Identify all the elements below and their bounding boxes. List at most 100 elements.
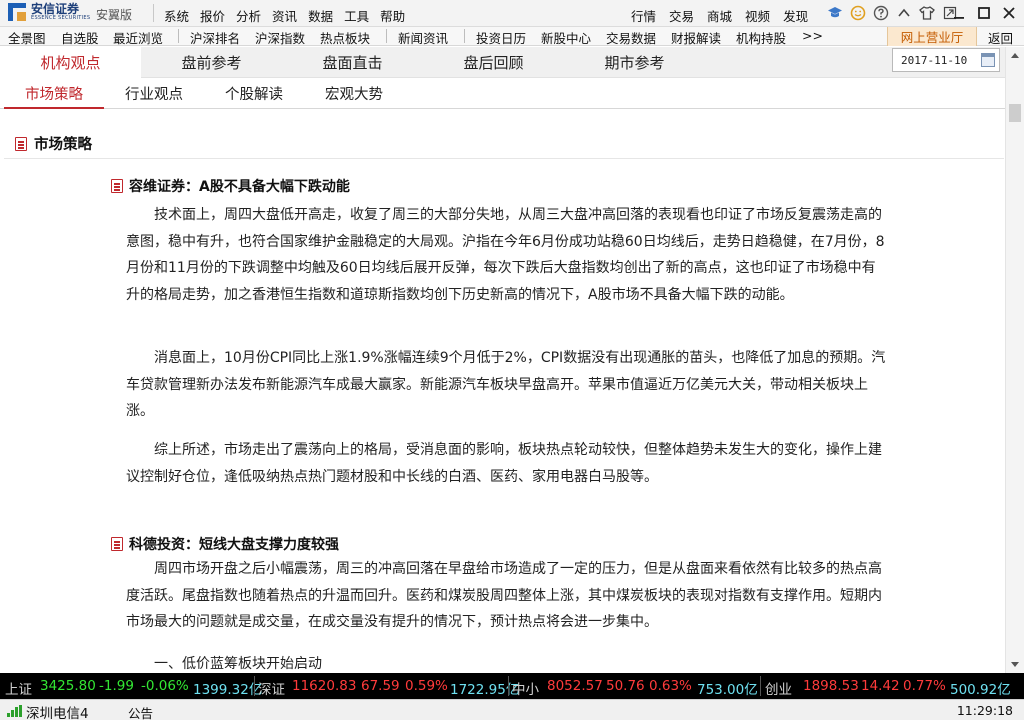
shirt-icon[interactable]: [918, 4, 936, 22]
index-change: 14.42: [861, 678, 900, 694]
menu-discover[interactable]: 发现: [783, 6, 808, 25]
graduation-cap-icon[interactable]: [826, 4, 844, 22]
nav-calendar[interactable]: 投资日历: [476, 28, 526, 47]
status-bar: 深圳电信4 公告 11:29:18: [0, 699, 1024, 720]
section-title: 市场策略: [34, 137, 92, 153]
subtab-industry-views[interactable]: 行业观点: [104, 78, 204, 108]
nav-indices[interactable]: 沪深指数: [255, 28, 305, 47]
maximize-button[interactable]: [973, 3, 995, 23]
index-price: 1898.53: [803, 678, 859, 694]
minimize-button[interactable]: [948, 3, 970, 23]
menu-video[interactable]: 视频: [745, 6, 770, 25]
window-controls: [945, 3, 1020, 23]
document-icon: [15, 137, 27, 151]
main-menu: 系统 报价 分析 资讯 数据 工具 帮助: [164, 6, 416, 25]
menu-analysis[interactable]: 分析: [236, 6, 261, 25]
index-pct: 0.77%: [903, 678, 946, 694]
index-price: 11620.83: [292, 678, 357, 694]
index-volume: 753.00亿: [697, 682, 758, 698]
menu-trade[interactable]: 交易: [669, 6, 694, 25]
article-content: 市场策略 容维证券：A股不具备大幅下跌动能 技术面上，周四大盘低开高走，收复了周…: [4, 110, 1004, 673]
logo-mark-icon: [8, 3, 26, 21]
scroll-down-icon[interactable]: [1011, 662, 1019, 667]
main-tabs: 机构观点 盘前参考 盘面直击 盘后回顾 期市参考: [0, 47, 1005, 78]
menu-market[interactable]: 行情: [631, 6, 656, 25]
scroll-up-icon[interactable]: [1011, 53, 1019, 58]
signal-strength-icon: [7, 705, 22, 717]
index-volume: 500.92亿: [950, 682, 1011, 698]
nav-hot-sectors[interactable]: 热点板块: [320, 28, 370, 47]
menu-mall[interactable]: 商城: [707, 6, 732, 25]
smiley-icon[interactable]: [849, 4, 867, 22]
nav-report-analysis[interactable]: 财报解读: [671, 28, 721, 47]
index-name[interactable]: 中小: [512, 678, 539, 698]
index-ticker: 上证 3425.80 -1.99 -0.06% 1399.32亿 深证 1162…: [0, 673, 1024, 699]
brand-name: 安信证券: [31, 2, 80, 16]
nav-news[interactable]: 新闻资讯: [398, 28, 448, 47]
subtab-macro-trends[interactable]: 宏观大势: [304, 78, 404, 108]
scroll-thumb[interactable]: [1009, 104, 1021, 122]
menu-tools[interactable]: 工具: [344, 6, 369, 25]
index-price: 3425.80: [40, 678, 96, 694]
close-button[interactable]: [998, 3, 1020, 23]
article-paragraph: 周四市场开盘之后小幅震荡，周三的冲高回落在早盘给市场造成了一定的压力，但是从盘面…: [126, 561, 882, 630]
title-icons: [826, 4, 964, 22]
nav-trade-data[interactable]: 交易数据: [606, 28, 656, 47]
calendar-icon[interactable]: [981, 53, 995, 67]
subtab-market-strategy[interactable]: 市场策略: [4, 78, 104, 109]
index-volume: 1399.32亿: [193, 682, 263, 698]
server-name[interactable]: 深圳电信4: [26, 702, 89, 720]
menu-data[interactable]: 数据: [308, 6, 333, 25]
tab-market-live[interactable]: 盘面直击: [282, 47, 423, 78]
brand-name-en: ESSENCE SECURITIES: [31, 15, 91, 21]
section-header: 市场策略: [4, 127, 1004, 159]
chevron-up-icon[interactable]: [895, 4, 913, 22]
tab-futures[interactable]: 期市参考: [564, 47, 705, 78]
notice-link[interactable]: 公告: [128, 703, 153, 720]
menu-info[interactable]: 资讯: [272, 6, 297, 25]
index-pct: -0.06%: [141, 678, 189, 694]
right-menu: 行情 交易 商城 视频 发现: [631, 6, 821, 25]
article-title[interactable]: 容维证券：A股不具备大幅下跌动能: [129, 176, 350, 196]
article-subheading: 一、低价蓝筹板块开始启动: [154, 656, 322, 672]
tab-post-market[interactable]: 盘后回顾: [423, 47, 564, 78]
online-hall-button[interactable]: 网上营业厅: [887, 27, 977, 46]
status-clock: 11:29:18: [956, 703, 1013, 718]
index-change: 50.76: [606, 678, 645, 694]
title-bar: 安信证券 ESSENCE SECURITIES 安翼版 系统 报价 分析 资讯 …: [0, 0, 1024, 27]
tab-pre-market[interactable]: 盘前参考: [141, 47, 282, 78]
tab-institution-views[interactable]: 机构观点: [0, 47, 141, 78]
article-paragraph: 消息面上，10月份CPI同比上涨1.9%涨幅连续9个月低于2%，CPI数据没有出…: [126, 350, 886, 419]
app-edition: 安翼版: [96, 8, 133, 22]
index-pct: 0.59%: [405, 678, 448, 694]
vertical-scrollbar[interactable]: [1005, 47, 1024, 673]
back-button[interactable]: 返回: [988, 28, 1013, 47]
nav-bar: 全景图 自选股 最近浏览 沪深排名 沪深指数 热点板块 新闻资讯 投资日历 新股…: [0, 27, 1024, 46]
menu-system[interactable]: 系统: [164, 6, 189, 25]
menu-quote[interactable]: 报价: [200, 6, 225, 25]
index-change: 67.59: [361, 678, 400, 694]
help-icon[interactable]: [872, 4, 890, 22]
nav-watchlist[interactable]: 自选股: [61, 28, 99, 47]
article-paragraph: 综上所述，市场走出了震荡向上的格局，受消息面的影响，板块热点轮动较快，但整体趋势…: [126, 442, 882, 485]
nav-recent[interactable]: 最近浏览: [113, 28, 163, 47]
nav-panorama[interactable]: 全景图: [8, 28, 46, 47]
index-name[interactable]: 深证: [258, 678, 285, 698]
nav-institution-holdings[interactable]: 机构持股: [736, 28, 786, 47]
index-pct: 0.63%: [649, 678, 692, 694]
nav-ranking[interactable]: 沪深排名: [190, 28, 240, 47]
divider: [153, 4, 154, 22]
index-price: 8052.57: [547, 678, 603, 694]
nav-more[interactable]: >>: [802, 28, 823, 43]
menu-help[interactable]: 帮助: [380, 6, 405, 25]
date-picker[interactable]: 2017-11-10: [892, 48, 1000, 72]
date-value: 2017-11-10: [901, 54, 968, 67]
nav-ipo-center[interactable]: 新股中心: [541, 28, 591, 47]
subtab-stock-analysis[interactable]: 个股解读: [204, 78, 304, 108]
document-icon: [111, 179, 123, 193]
index-name[interactable]: 上证: [5, 678, 32, 698]
index-name[interactable]: 创业: [765, 678, 792, 698]
app-logo: 安信证券 ESSENCE SECURITIES: [8, 3, 90, 21]
document-icon: [111, 537, 123, 551]
article-title[interactable]: 科德投资：短线大盘支撑力度较强: [129, 534, 339, 554]
